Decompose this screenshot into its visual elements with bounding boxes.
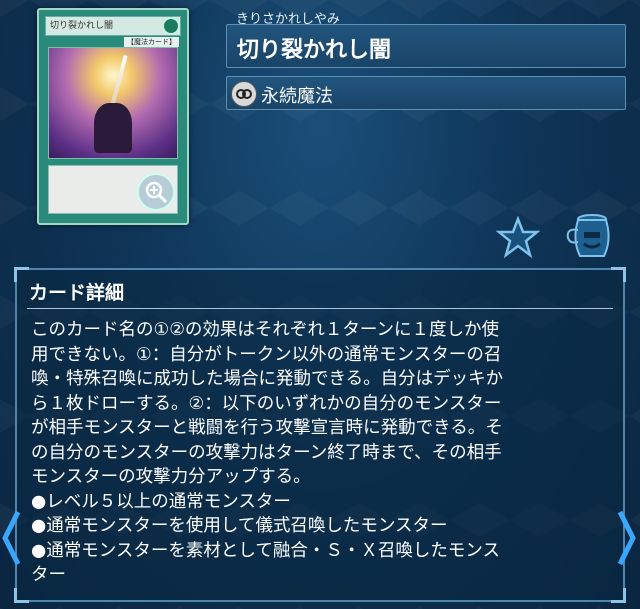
deck-button[interactable] <box>562 210 618 260</box>
spell-attribute-icon <box>163 18 179 34</box>
effect-line: の自分のモンスターの攻撃力はターン終了時まで、その相手 <box>31 442 502 463</box>
pot-icon <box>566 214 610 257</box>
effect-line: ら１枚ドローする。②：以下のいずれかの自分のモンスター <box>31 393 502 414</box>
condition-item: ●通常モンスターを使用して儀式召喚したモンスター <box>31 516 448 536</box>
next-card-button[interactable] <box>614 508 638 568</box>
effect-line: モンスターの攻撃力分アップする。 <box>31 467 311 487</box>
panel-corner <box>611 588 626 603</box>
card-image-name: 切り裂かれし闇 <box>45 16 181 36</box>
condition-item: ●レベル５以上の通常モンスター <box>31 491 291 512</box>
card-detail-panel: カード詳細 このカード名の①②の効果はそれぞれ１ターンに１度しか使 用できない。… <box>14 267 626 603</box>
effect-line: 喚・特殊召喚に成功した場合に発動できる。自分はデッキか <box>31 369 504 389</box>
star-icon <box>495 215 541 259</box>
detail-title: カード詳細 <box>29 282 125 304</box>
card-artwork <box>48 47 178 159</box>
effect-line: 用できない。①：自分がトークン以外の通常モンスターの召 <box>31 344 502 365</box>
zoom-button[interactable] <box>137 173 175 211</box>
card-image[interactable]: 切り裂かれし闇 【魔法カード】 <box>37 8 189 225</box>
condition-item: ●通常モンスターを素材として融合・Ｓ・Ｘ召喚したモンス <box>31 540 501 561</box>
panel-corner <box>611 267 626 282</box>
card-type-label: 永続魔法 <box>261 86 333 107</box>
card-image-type: 【魔法カード】 <box>124 37 179 47</box>
chevron-left-icon <box>2 510 21 566</box>
zoom-in-icon <box>145 181 168 204</box>
panel-corner <box>14 267 29 282</box>
card-effect-text: このカード名の①②の効果はそれぞれ１ターンに１度しか使 用できない。①：自分がト… <box>31 318 611 588</box>
chevron-right-icon <box>617 510 636 566</box>
panel-corner <box>14 588 29 603</box>
continuous-spell-icon <box>231 81 257 107</box>
card-type-box: 永続魔法 <box>226 76 626 110</box>
effect-line: このカード名の①②の効果はそれぞれ１ターンに１度しか使 <box>31 320 500 340</box>
magician-figure <box>94 103 132 153</box>
prev-card-button[interactable] <box>0 508 24 568</box>
effect-line: が相手モンスターと戦闘を行う攻撃宣言時に発動できる。そ <box>31 418 503 438</box>
title-divider <box>27 308 613 309</box>
favorite-button[interactable] <box>495 215 541 259</box>
condition-list: ●レベル５以上の通常モンスター ●通常モンスターを使用して儀式召喚したモンスター… <box>31 490 611 588</box>
card-name-box: 切り裂かれし闇 <box>226 24 626 68</box>
condition-item: ター <box>31 565 66 585</box>
card-name: 切り裂かれし闇 <box>237 38 392 63</box>
